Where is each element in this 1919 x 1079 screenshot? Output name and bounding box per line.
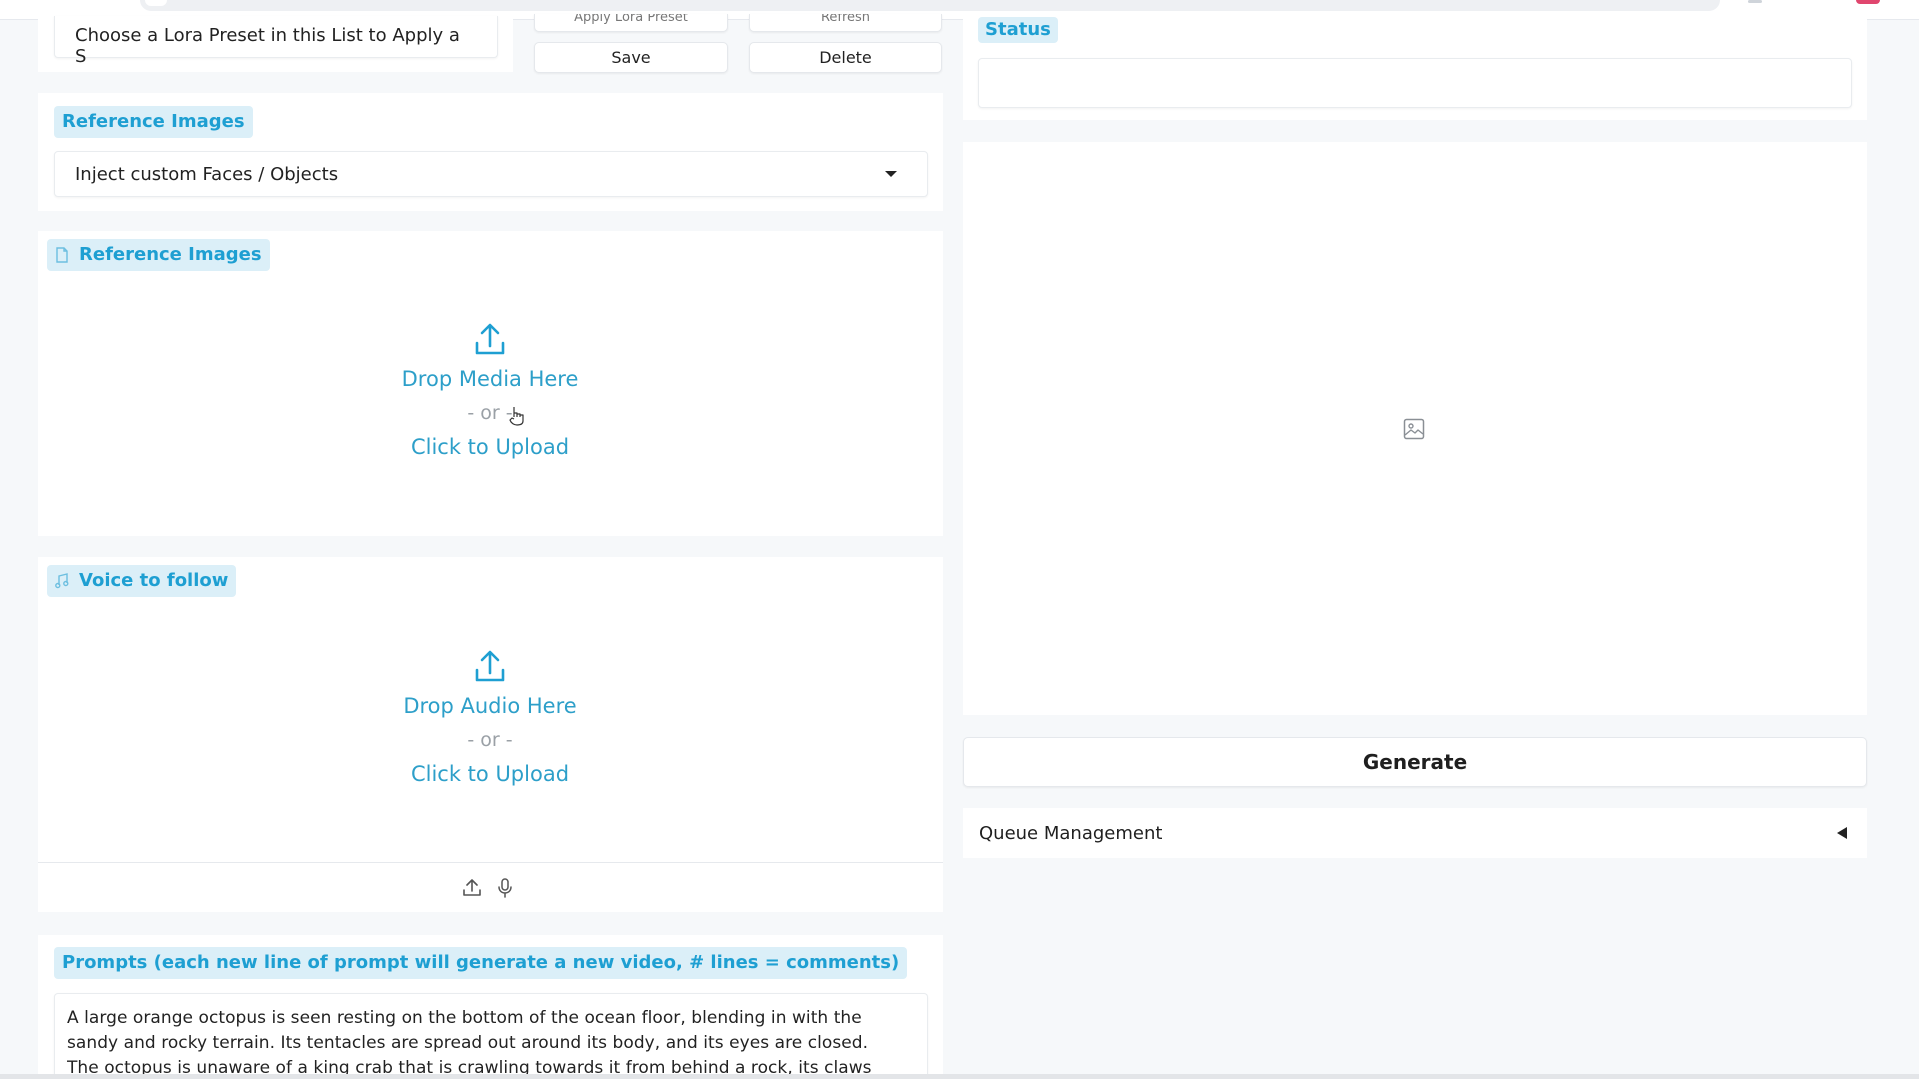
queue-management-label: Queue Management <box>979 822 1163 844</box>
refresh-lora-button[interactable]: Refresh <box>749 14 942 32</box>
prompt-line: sandy and rocky terrain. Its tentacles a… <box>67 1033 869 1053</box>
prompts-label: Prompts (each new line of prompt will ge… <box>54 947 908 979</box>
audio-source-toolbar <box>462 877 514 899</box>
address-bar[interactable] <box>140 0 1720 11</box>
delete-preset-button[interactable]: Delete <box>749 42 942 73</box>
chevron-down-icon <box>885 171 897 177</box>
upload-icon[interactable] <box>462 877 482 897</box>
prompt-line: A large orange octopus is seen resting o… <box>67 1008 862 1028</box>
generate-label: Generate <box>1362 750 1468 774</box>
refresh-lora-label: Refresh <box>820 14 871 25</box>
queue-management-accordion[interactable]: Queue Management <box>963 808 1867 858</box>
prompt-line: The octopus is unaware of a king crab th… <box>67 1058 872 1074</box>
reference-images-mode-value: Inject custom Faces / Objects <box>75 163 339 185</box>
voice-dropzone[interactable]: Drop Audio Here - or - Click to Upload <box>390 649 590 789</box>
apply-lora-preset-button[interactable]: Apply Lora Preset <box>534 14 728 32</box>
click-to-upload-text: Click to Upload <box>410 762 570 786</box>
delete-preset-label: Delete <box>819 48 872 67</box>
triangle-left-icon[interactable] <box>1837 827 1847 839</box>
file-icon <box>56 247 68 263</box>
divider <box>38 862 943 863</box>
click-to-upload-text: Click to Upload <box>410 435 570 459</box>
status-output <box>978 58 1852 108</box>
generate-button[interactable]: Generate <box>963 737 1867 787</box>
reference-images-mode-label-text: Reference Images <box>62 111 245 132</box>
apply-lora-preset-label: Apply Lora Preset <box>574 14 688 25</box>
app-page: Choose a Lora Preset in this List to App… <box>0 0 1919 1079</box>
or-separator: - or - <box>467 729 513 751</box>
upload-icon <box>475 323 505 355</box>
status-label-text: Status <box>985 19 1051 40</box>
reference-images-upload-label: Reference Images <box>47 239 270 271</box>
or-separator: - or - <box>467 402 513 424</box>
lora-preset-dropdown[interactable]: Choose a Lora Preset in this List to App… <box>54 16 498 67</box>
drop-audio-text: Drop Audio Here <box>403 694 577 718</box>
reference-images-mode-label: Reference Images <box>54 106 253 138</box>
reference-images-dropzone[interactable]: Drop Media Here - or - Click to Upload <box>390 322 590 462</box>
toolbar-icon[interactable] <box>1748 0 1762 3</box>
save-preset-button[interactable]: Save <box>534 42 728 73</box>
status-label: Status <box>978 17 1058 43</box>
prompts-text: A large orange octopus is seen resting o… <box>67 1006 927 1074</box>
hand-cursor-icon <box>509 407 524 426</box>
profile-avatar[interactable] <box>1856 0 1880 4</box>
drop-media-text: Drop Media Here <box>401 367 579 391</box>
prompts-label-text: Prompts (each new line of prompt will ge… <box>62 952 900 973</box>
save-preset-label: Save <box>611 48 651 67</box>
upload-icon <box>475 650 505 682</box>
address-bar-favicon <box>145 0 167 6</box>
reference-images-mode-dropdown[interactable]: Inject custom Faces / Objects <box>54 151 928 197</box>
voice-upload-label: Voice to follow <box>47 565 237 597</box>
horizontal-scrollbar[interactable] <box>0 1074 1919 1079</box>
voice-upload-label-text: Voice to follow <box>79 570 229 591</box>
microphone-icon[interactable] <box>496 877 514 899</box>
reference-images-upload-label-text: Reference Images <box>79 244 262 265</box>
music-note-icon <box>55 573 69 589</box>
image-icon <box>1403 418 1425 440</box>
